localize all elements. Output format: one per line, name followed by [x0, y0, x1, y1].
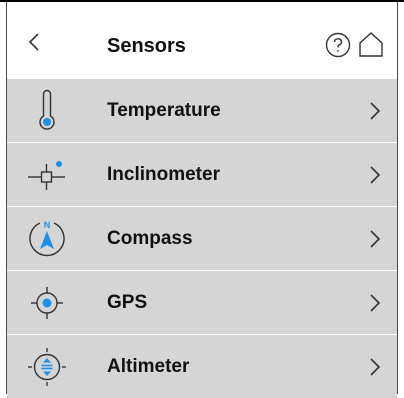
- compass-icon: N: [25, 217, 69, 261]
- sensor-item-gps[interactable]: GPS: [7, 270, 397, 334]
- back-button[interactable]: [23, 30, 47, 54]
- gps-icon: [25, 281, 69, 325]
- help-circle-icon: [325, 32, 351, 58]
- sensor-label: Inclinometer: [107, 164, 220, 185]
- chevron-right-icon: [365, 227, 385, 251]
- chevron-right-icon: [365, 291, 385, 315]
- sensor-label: GPS: [107, 292, 148, 313]
- right-border: [397, 2, 398, 394]
- sensors-screen: Sensors Temperature Inclinometer N Compa…: [0, 0, 404, 398]
- thermometer-icon: [25, 89, 69, 133]
- sensor-item-inclinometer[interactable]: Inclinometer: [7, 142, 397, 206]
- svg-text:N: N: [44, 220, 51, 230]
- sensor-item-altimeter[interactable]: Altimeter: [7, 334, 397, 398]
- sensor-label: Temperature: [107, 100, 221, 121]
- sensor-label: Compass: [107, 228, 193, 249]
- altimeter-icon: [25, 345, 69, 389]
- help-button[interactable]: [325, 32, 351, 58]
- sensor-item-compass[interactable]: N Compass: [7, 206, 397, 270]
- inclinometer-icon: [25, 153, 69, 197]
- sensor-list: Temperature Inclinometer N Compass GPS A…: [7, 79, 397, 398]
- chevron-left-icon: [28, 33, 39, 51]
- sensor-item-temperature[interactable]: Temperature: [7, 79, 397, 142]
- home-button[interactable]: [357, 30, 385, 58]
- home-icon: [359, 32, 383, 57]
- header-bar: Sensors: [7, 4, 397, 79]
- chevron-right-icon: [365, 355, 385, 379]
- chevron-right-icon: [365, 99, 385, 123]
- page-title: Sensors: [107, 35, 186, 57]
- chevron-right-icon: [365, 163, 385, 187]
- sensor-label: Altimeter: [107, 356, 190, 377]
